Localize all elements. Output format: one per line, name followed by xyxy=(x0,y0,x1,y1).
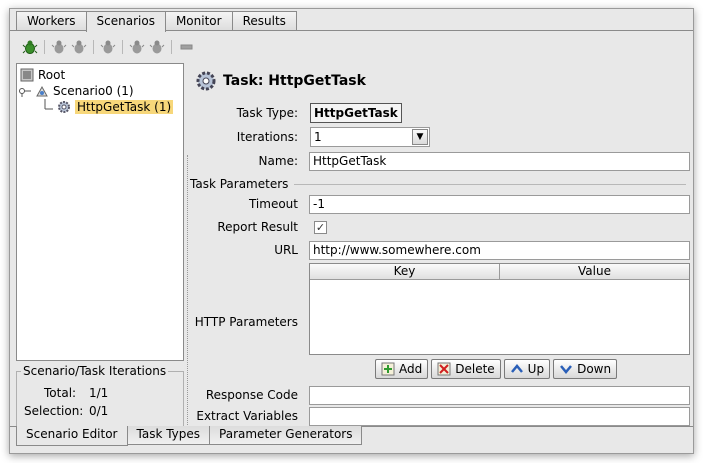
delete-button-label: Delete xyxy=(455,362,495,376)
selection-label: Selection: xyxy=(24,404,84,418)
delete-button[interactable]: Delete xyxy=(431,359,501,379)
up-button-label: Up xyxy=(527,362,545,376)
bug-icon[interactable] xyxy=(127,37,147,57)
tab-workers[interactable]: Workers xyxy=(16,11,87,31)
remove-icon[interactable] xyxy=(176,37,196,57)
tab-scenario-editor[interactable]: Scenario Editor xyxy=(16,426,128,446)
bug-icon[interactable] xyxy=(69,37,89,57)
down-button-label: Down xyxy=(577,362,612,376)
top-tab-bar: Workers Scenarios Monitor Results xyxy=(16,11,297,32)
tab-task-types[interactable]: Task Types xyxy=(126,426,211,445)
url-label: URL xyxy=(274,243,298,257)
application-window: Workers Scenarios Monitor Results Root S… xyxy=(9,8,694,454)
report-result-checkbox[interactable]: ✓ xyxy=(314,221,327,234)
task-type-value: HttpGetTask xyxy=(310,103,402,123)
table-button-row: Add Delete Up Down xyxy=(375,359,620,379)
arrow-up-icon xyxy=(510,364,523,373)
section-divider xyxy=(294,183,687,185)
toolbar-separator xyxy=(44,40,45,54)
timeout-label: Timeout xyxy=(248,197,298,211)
column-header-value[interactable]: Value xyxy=(500,264,689,279)
total-value: 1/1 xyxy=(89,386,109,400)
delete-icon xyxy=(437,362,451,376)
tab-scenarios[interactable]: Scenarios xyxy=(85,11,166,32)
root-icon xyxy=(19,67,35,83)
selection-value: 0/1 xyxy=(89,404,109,418)
http-parameters-table[interactable]: Key Value xyxy=(309,263,690,355)
task-parameters-section: Task Parameters xyxy=(190,177,687,191)
tree-node-task[interactable]: HttpGetTask (1) xyxy=(43,99,174,115)
tab-monitor[interactable]: Monitor xyxy=(164,11,233,31)
response-code-label: Response Code xyxy=(205,388,298,402)
add-button-label: Add xyxy=(399,362,423,376)
iterations-box: Scenario/Task Iterations Total: 1/1 Sele… xyxy=(16,364,184,427)
toolbar xyxy=(20,37,196,57)
task-title-text: Task: HttpGetTask xyxy=(223,73,366,89)
bug-icon[interactable] xyxy=(49,37,69,57)
tree-connector-icon xyxy=(43,99,53,115)
scenario-tree[interactable]: Root Scenario0 (1) HttpGetTask (1) xyxy=(16,63,184,361)
tab-parameter-generators[interactable]: Parameter Generators xyxy=(209,426,363,445)
scenario-icon xyxy=(34,83,50,99)
tab-results[interactable]: Results xyxy=(231,11,297,31)
task-type-label: Task Type: xyxy=(236,106,298,120)
add-icon xyxy=(381,362,395,376)
timeout-input[interactable]: -1 xyxy=(309,195,690,214)
bottom-tab-bar: Scenario Editor Task Types Parameter Gen… xyxy=(16,426,363,446)
tree-node-label: Root xyxy=(38,68,66,82)
section-title: Task Parameters xyxy=(190,177,289,191)
name-label: Name: xyxy=(258,154,298,168)
column-header-key[interactable]: Key xyxy=(310,264,500,279)
tree-node-label: HttpGetTask (1) xyxy=(75,100,174,114)
splitter-handle[interactable] xyxy=(187,155,188,425)
bug-icon[interactable] xyxy=(98,37,118,57)
chevron-down-icon[interactable]: ▼ xyxy=(412,129,428,145)
iterations-box-title: Scenario/Task Iterations xyxy=(21,364,169,378)
task-title: Task: HttpGetTask xyxy=(195,70,366,92)
down-button[interactable]: Down xyxy=(553,359,618,379)
toolbar-separator xyxy=(122,40,123,54)
arrow-down-icon xyxy=(560,365,573,374)
report-result-label: Report Result xyxy=(217,220,298,234)
response-code-input[interactable] xyxy=(309,386,690,405)
iterations-select[interactable]: 1 ▼ xyxy=(310,127,430,147)
extract-variables-input[interactable] xyxy=(309,407,690,426)
gear-icon xyxy=(195,70,217,92)
tree-node-scenario[interactable]: Scenario0 (1) xyxy=(19,83,134,99)
table-header: Key Value xyxy=(310,264,689,280)
name-input[interactable]: HttpGetTask xyxy=(309,152,690,171)
add-button[interactable]: Add xyxy=(375,359,429,379)
bug-add-icon[interactable] xyxy=(20,37,40,57)
tree-node-root[interactable]: Root xyxy=(19,67,65,83)
tree-node-label: Scenario0 (1) xyxy=(53,84,134,98)
iterations-label: Iterations: xyxy=(236,130,298,144)
http-parameters-label: HTTP Parameters xyxy=(194,315,298,329)
up-button[interactable]: Up xyxy=(503,359,551,379)
toolbar-separator xyxy=(171,40,172,54)
bug-icon[interactable] xyxy=(147,37,167,57)
extract-variables-label: Extract Variables xyxy=(196,409,298,423)
toolbar-separator xyxy=(93,40,94,54)
gear-icon xyxy=(56,99,72,115)
iterations-value: 1 xyxy=(314,130,322,144)
expand-handle-icon[interactable] xyxy=(19,83,31,99)
total-label: Total: xyxy=(44,386,77,400)
url-input[interactable]: http://www.somewhere.com xyxy=(309,241,690,260)
